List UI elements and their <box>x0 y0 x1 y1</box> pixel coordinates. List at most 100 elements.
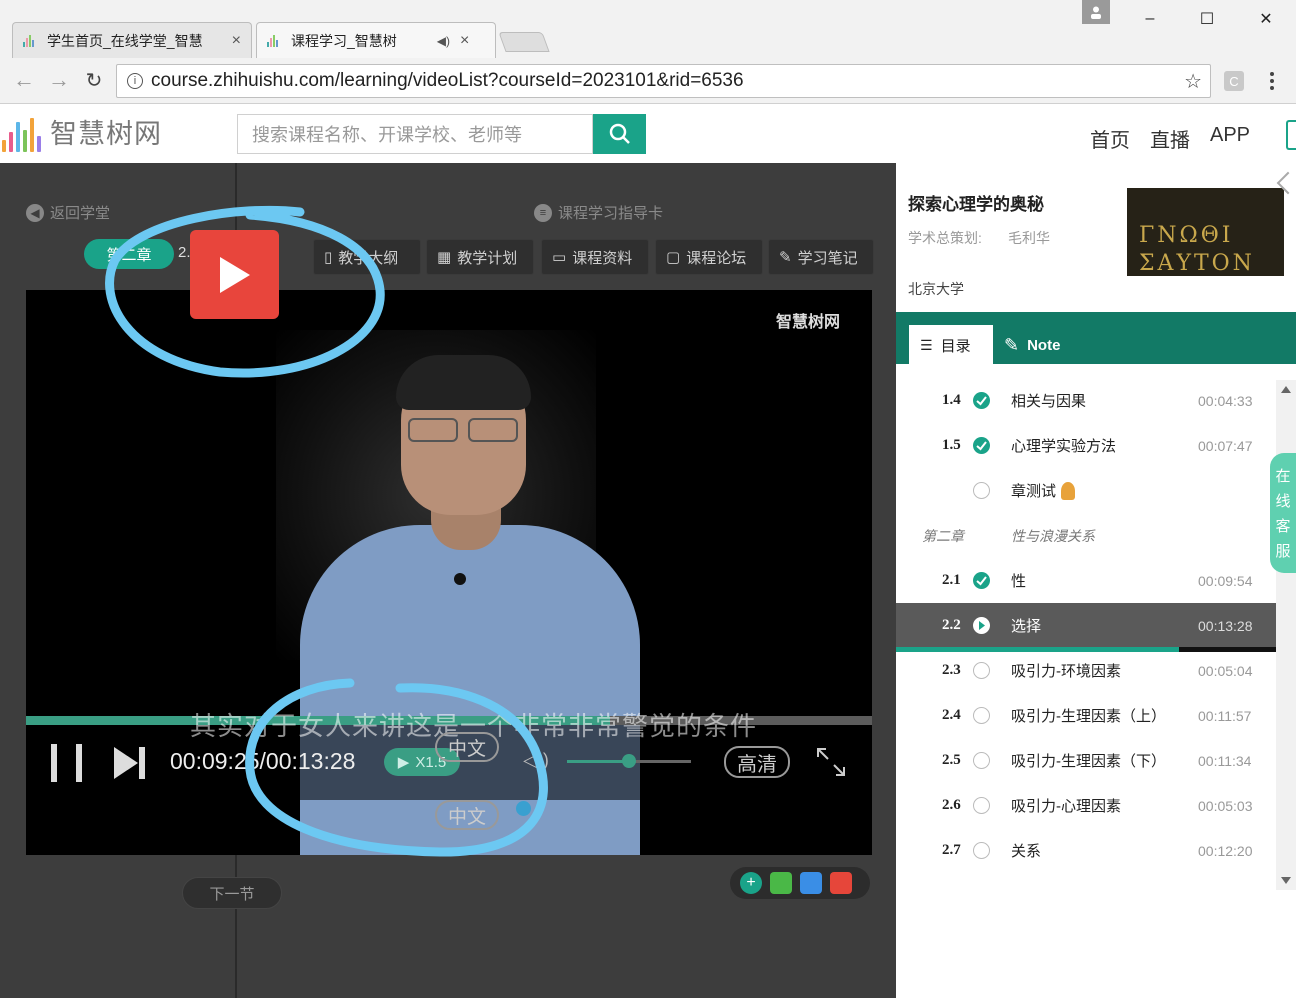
search-icon <box>609 123 630 144</box>
lesson-duration: 00:11:34 <box>1198 752 1252 769</box>
not-started-circle-icon <box>973 842 990 859</box>
course-forum-label: 课程论坛 <box>686 249 747 267</box>
lesson-row[interactable]: 1.5 心理学实验方法 00:07:47 <box>896 423 1276 468</box>
not-started-circle-icon <box>973 707 990 724</box>
address-bar[interactable]: i course.zhihuishu.com/learning/videoLis… <box>116 64 1211 98</box>
nav-live[interactable]: 直播 <box>1150 124 1190 153</box>
lesson-row[interactable]: 2.5 吸引力-生理因素（下） 00:11:34 <box>896 738 1276 783</box>
bookmark-star-icon[interactable]: ☆ <box>1184 69 1202 94</box>
site-logo[interactable]: 智慧树网 <box>2 112 162 152</box>
lesson-title: 吸引力-生理因素（下） <box>1011 753 1166 770</box>
not-started-circle-icon <box>973 797 990 814</box>
language-option-chinese[interactable]: 中文 <box>435 732 499 762</box>
lesson-title: 关系 <box>1011 843 1042 860</box>
tab-student-home[interactable]: 学生首页_在线学堂_智慧 × <box>12 22 252 58</box>
new-tab-button[interactable] <box>498 32 550 52</box>
completed-check-icon <box>973 437 990 454</box>
subtitle-language-button[interactable]: 中文 <box>435 800 499 830</box>
tab-close-icon[interactable]: × <box>232 32 241 50</box>
audio-playing-icon[interactable]: ◀) <box>437 34 450 48</box>
play-button-overlay[interactable] <box>190 230 279 319</box>
weibo-icon[interactable] <box>830 872 852 894</box>
lesson-row[interactable]: 章测试 <box>896 468 1276 513</box>
guide-label: 课程学习指导卡 <box>558 205 664 222</box>
course-forum-button[interactable]: ▢ 课程论坛 <box>655 239 763 275</box>
search-input[interactable]: 搜索课程名称、开课学校、老师等 <box>237 114 593 154</box>
next-video-button[interactable] <box>112 745 148 781</box>
maximize-button[interactable]: ☐ <box>1187 6 1227 32</box>
tab-course-study[interactable]: 课程学习_智慧树 ◀) × <box>256 22 496 58</box>
glasses-left <box>408 418 458 442</box>
lesson-number: 2.7 <box>942 842 961 858</box>
study-guide-link[interactable]: ≡ 课程学习指导卡 <box>534 202 663 223</box>
back-to-class-link[interactable]: ◀ 返回学堂 <box>26 202 110 223</box>
wechat-icon[interactable] <box>770 872 792 894</box>
lecturer-hair <box>396 355 531 410</box>
lesson-title: 相关与因果 <box>1011 393 1087 410</box>
course-materials-button[interactable]: ▭ 课程资料 <box>541 239 649 275</box>
completed-check-icon <box>973 572 990 589</box>
edit-icon: ✎ <box>779 249 792 266</box>
minimize-button[interactable]: – <box>1130 6 1170 32</box>
search-button[interactable] <box>593 114 646 154</box>
lesson-title: 吸引力-环境因素 <box>1011 663 1121 680</box>
zhihuishu-favicon-icon <box>267 34 283 47</box>
lesson-title: 性 <box>1011 573 1027 590</box>
play-small-icon: ▶ <box>397 754 410 771</box>
back-circle-icon: ◀ <box>26 203 44 222</box>
nav-app[interactable]: APP <box>1210 124 1250 147</box>
user-profile-icon[interactable] <box>1082 0 1110 24</box>
book-icon: ▯ <box>324 249 333 266</box>
lesson-row[interactable]: 1.4 相关与因果 00:04:33 <box>896 378 1276 423</box>
add-share-icon[interactable]: + <box>740 872 762 894</box>
lesson-duration: 00:04:33 <box>1198 392 1253 409</box>
reload-icon[interactable]: ↻ <box>80 66 108 94</box>
time-display: 00:09:25/00:13:28 <box>170 748 356 774</box>
pause-button[interactable] <box>50 744 84 782</box>
syllabus-button[interactable]: ▯ 教学大纲 <box>313 239 421 275</box>
next-section-button[interactable]: 下一节 <box>182 877 282 909</box>
lesson-title: 吸引力-生理因素（上） <box>1011 708 1166 725</box>
online-service-button[interactable]: 在线客服 <box>1270 453 1296 573</box>
fullscreen-icon <box>817 748 845 776</box>
lesson-duration: 00:09:54 <box>1198 572 1253 589</box>
lesson-number: 2.6 <box>942 797 961 813</box>
planner-label: 学术总策划: <box>908 230 982 246</box>
volume-knob[interactable] <box>622 754 636 768</box>
chapter-number-fragment: 2. <box>178 244 191 261</box>
back-arrow-icon[interactable]: ← <box>10 66 38 94</box>
tab-close-icon[interactable]: × <box>460 32 469 50</box>
teaching-plan-button[interactable]: ▦ 教学计划 <box>426 239 534 275</box>
lesson-duration: 00:11:57 <box>1198 707 1252 724</box>
lesson-row[interactable]: 2.2 选择 00:13:28 <box>896 603 1276 648</box>
lesson-row[interactable]: 2.1 性 00:09:54 <box>896 558 1276 603</box>
lesson-row[interactable]: 2.4 吸引力-生理因素（上） 00:11:57 <box>896 693 1276 738</box>
lesson-title: 性与浪漫关系 <box>1011 527 1095 544</box>
skip-next-icon <box>114 747 145 779</box>
info-icon[interactable]: i <box>127 73 143 89</box>
course-cover-image[interactable]: ΓΝΩΘΙ ΣΑΥΤΟΝ <box>1127 188 1284 276</box>
lesson-row[interactable]: 2.7 关系 00:12:20 <box>896 828 1276 873</box>
lesson-row[interactable]: 2.3 吸引力-环境因素 00:05:04 <box>896 648 1276 693</box>
volume-icon[interactable]: ◁)) <box>523 750 549 771</box>
extension-icon[interactable]: C <box>1224 71 1244 91</box>
close-window-button[interactable]: ✕ <box>1246 6 1286 32</box>
forward-arrow-icon[interactable]: → <box>45 66 73 94</box>
qzone-icon[interactable] <box>800 872 822 894</box>
fullscreen-button[interactable] <box>816 747 846 777</box>
chapter-pill[interactable]: 第二章 <box>84 239 174 269</box>
lesson-row[interactable]: 2.6 吸引力-心理因素 00:05:03 <box>896 783 1276 828</box>
menu-dots-icon[interactable] <box>1264 68 1280 94</box>
guide-list-icon: ≡ <box>534 203 552 222</box>
tab-catalog[interactable]: ☰ 目录 <box>920 325 971 365</box>
note-edit-icon: ✎ <box>1004 334 1020 355</box>
lesson-title: 章测试 <box>1011 483 1057 500</box>
nav-home[interactable]: 首页 <box>1090 124 1130 153</box>
service-char: 服 <box>1275 543 1291 560</box>
chapter-header: 第二章 性与浪漫关系 <box>896 513 1276 558</box>
teaching-plan-label: 教学计划 <box>457 249 518 267</box>
lapel-mic <box>454 573 466 585</box>
quality-button[interactable]: 高清 <box>724 746 790 778</box>
tab-note[interactable]: ✎ Note <box>1004 325 1060 365</box>
study-notes-button[interactable]: ✎ 学习笔记 <box>768 239 874 275</box>
